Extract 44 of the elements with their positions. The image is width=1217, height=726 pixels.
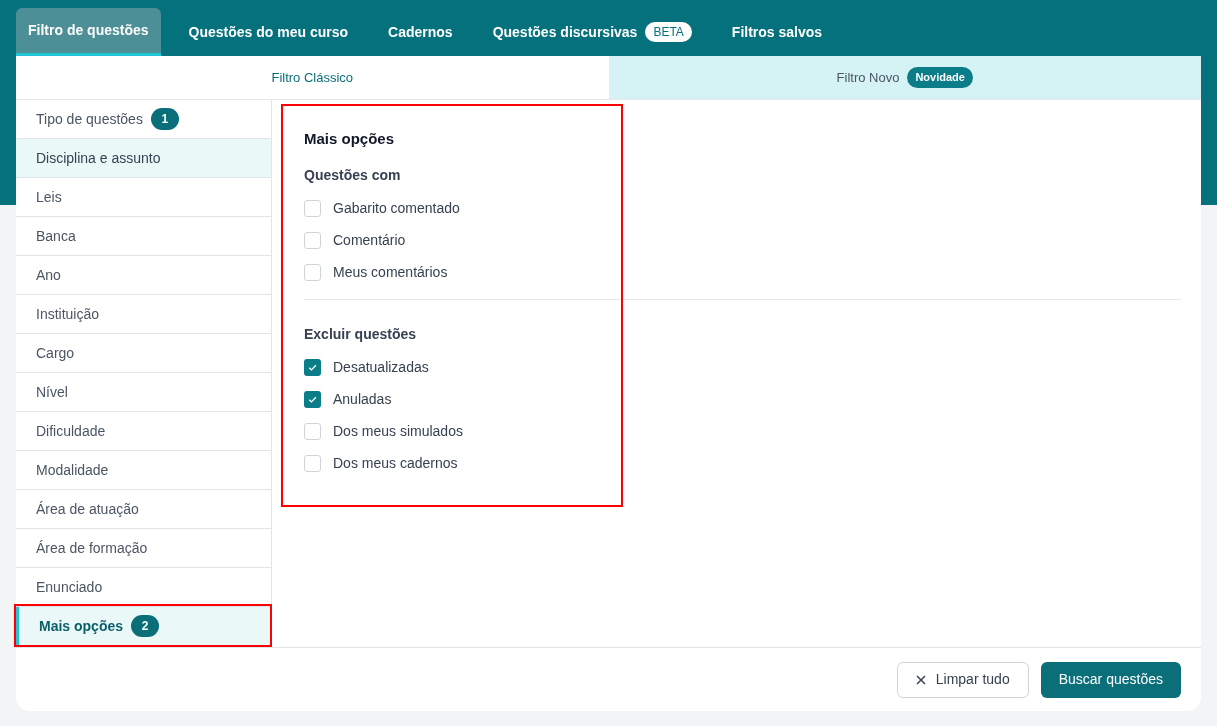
option-label: Gabarito comentado (333, 199, 460, 218)
panel-title: Mais opções (304, 129, 396, 149)
option-label: Meus comentários (333, 263, 448, 282)
option-label: Dos meus cadernos (333, 454, 458, 473)
sidebar-item[interactable]: Leis (16, 178, 271, 217)
checkbox[interactable] (304, 200, 321, 217)
new-badge: Novidade (907, 67, 973, 88)
option-label: Desatualizadas (333, 358, 429, 377)
nav-tab[interactable]: Cadernos (376, 8, 465, 56)
checkmark-icon (307, 394, 318, 405)
sidebar-item[interactable]: Dificuldade (16, 412, 271, 451)
checkbox[interactable] (304, 455, 321, 472)
count-badge: 2 (131, 615, 160, 637)
sidebar-item[interactable]: Área de atuação (16, 490, 271, 529)
nav-tab[interactable]: Filtro de questões (16, 8, 161, 56)
option-label: Dos meus simulados (333, 422, 463, 441)
checkbox[interactable] (304, 264, 321, 281)
sidebar-item[interactable]: Ano (16, 256, 271, 295)
filter-mode-tab[interactable]: Filtro Novo Novidade (608, 56, 1201, 99)
count-badge: 1 (150, 108, 179, 130)
nav-tab[interactable]: Questões discursivas BETA (480, 8, 704, 56)
group-title: Excluir questões (304, 324, 418, 344)
sidebar-item[interactable]: Cargo (16, 334, 271, 373)
sidebar-item[interactable]: Mais opções 2 (16, 607, 271, 646)
nav-tab[interactable]: Filtros salvos (719, 8, 835, 56)
nav-tab[interactable]: Questões do meu curso (176, 8, 361, 56)
close-icon (915, 674, 926, 685)
clear-button[interactable]: Limpar tudo (896, 661, 1029, 698)
sidebar-item[interactable]: Banca (16, 217, 271, 256)
checkbox[interactable] (304, 423, 321, 440)
sidebar-item[interactable]: Nível (16, 373, 271, 412)
beta-badge: BETA (645, 22, 692, 42)
option-label: Anuladas (333, 390, 392, 409)
checkbox[interactable] (304, 232, 321, 249)
group-title: Questões com (304, 165, 402, 185)
checkmark-icon (307, 362, 318, 373)
checkbox[interactable] (304, 391, 321, 408)
sidebar-item[interactable]: Disciplina e assunto (16, 139, 271, 178)
sidebar-item[interactable]: Instituição (16, 295, 271, 334)
checkbox[interactable] (304, 359, 321, 376)
sidebar-item[interactable]: Área de formação (16, 529, 271, 568)
search-button[interactable]: Buscar questões (1040, 661, 1181, 698)
sidebar-item[interactable]: Modalidade (16, 451, 271, 490)
option-label: Comentário (333, 231, 406, 250)
